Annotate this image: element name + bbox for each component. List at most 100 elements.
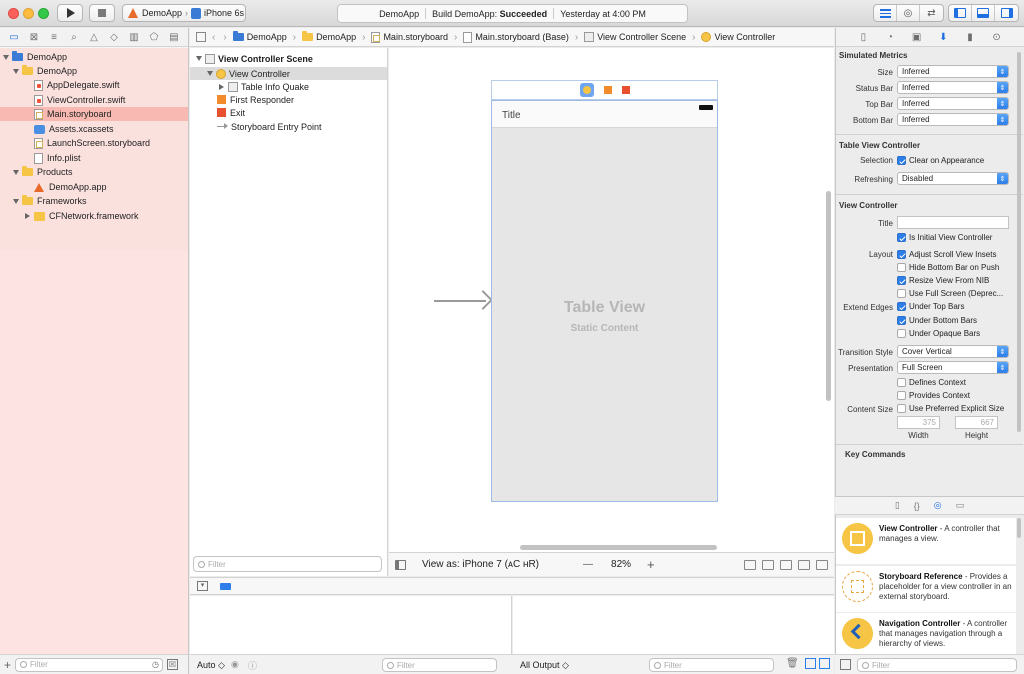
variables-filter-input[interactable]: Filter xyxy=(382,658,497,672)
jumpbar-item-project[interactable]: DemoApp xyxy=(232,31,287,42)
preferred-size-checkbox[interactable]: Use Preferred Explicit Size xyxy=(897,403,1004,414)
tree-item-products[interactable]: Products xyxy=(0,165,188,179)
outline-exit[interactable]: Exit xyxy=(217,106,245,119)
scheme-selector[interactable]: DemoApp › iPhone 6s xyxy=(122,4,246,22)
jumpbar-item-group[interactable]: DemoApp xyxy=(302,31,356,42)
file-template-icon[interactable]: ▯ xyxy=(895,500,900,511)
jumpbar-item-vc[interactable]: View Controller xyxy=(701,32,775,42)
clear-on-appearance-checkbox[interactable]: Clear on Appearance xyxy=(897,155,984,166)
hide-bottom-bar-checkbox[interactable]: Hide Bottom Bar on Push xyxy=(897,262,999,273)
library-scrollbar[interactable] xyxy=(1017,518,1021,538)
toggle-debug-button[interactable] xyxy=(972,5,995,21)
tree-item-frameworks[interactable]: Frameworks xyxy=(0,194,188,208)
outline-scene[interactable]: View Controller Scene xyxy=(196,52,313,65)
console-view[interactable] xyxy=(513,596,834,654)
library-filter-input[interactable]: Filter xyxy=(857,658,1017,672)
split-right-icon[interactable] xyxy=(819,658,830,669)
assistant-editor-button[interactable]: ◎ xyxy=(897,5,920,21)
identity-icon[interactable]: ▣ xyxy=(911,32,922,43)
attributes-icon[interactable]: ⬇ xyxy=(938,32,949,43)
related-items-icon[interactable] xyxy=(196,32,206,42)
standard-editor-button[interactable] xyxy=(874,5,897,21)
library-item-view-controller[interactable]: View Controller - A controller that mana… xyxy=(836,518,1016,564)
search-icon[interactable]: ⌕ xyxy=(68,31,80,43)
size-popup[interactable]: Inferred ⇕ xyxy=(897,65,1009,78)
scene-view[interactable]: Title Table View Static Content xyxy=(491,100,718,502)
outline-entry-point[interactable]: Storyboard Entry Point xyxy=(217,120,322,133)
update-frames-icon[interactable] xyxy=(744,559,756,570)
zoom-out-button[interactable]: — xyxy=(583,559,593,570)
align-icon[interactable] xyxy=(780,559,792,570)
media-library-icon[interactable]: ▭ xyxy=(956,500,965,511)
status-bar-popup[interactable]: Inferred ⇕ xyxy=(897,81,1009,94)
scm-filter-icon[interactable]: ☒ xyxy=(167,659,179,670)
view-as-button[interactable]: View as: iPhone 7 (ᴀC ʜR) xyxy=(422,559,539,570)
navigator-filter-input[interactable]: Filter ◷ xyxy=(15,657,164,672)
under-opaque-bars-checkbox[interactable]: Under Opaque Bars xyxy=(897,328,980,339)
version-editor-button[interactable]: ⇄ xyxy=(920,5,943,21)
pin-icon[interactable] xyxy=(798,559,810,570)
trash-icon[interactable]: 🗑 xyxy=(786,658,799,669)
height-input[interactable]: 667 xyxy=(955,416,998,429)
canvas-horizontal-scrollbar[interactable] xyxy=(520,545,717,550)
tree-item-infoplist[interactable]: Info.plist xyxy=(0,151,188,165)
outline-filter-input[interactable]: Filter xyxy=(193,556,382,572)
tree-item-app-product[interactable]: DemoApp.app xyxy=(0,180,188,194)
forward-icon[interactable]: › xyxy=(221,32,228,43)
debug-icon[interactable]: ▥ xyxy=(128,31,140,43)
warning-icon[interactable]: △ xyxy=(88,31,100,43)
test-icon[interactable]: ◇ xyxy=(108,31,120,43)
size-icon[interactable]: ▮ xyxy=(964,32,975,43)
run-button[interactable] xyxy=(57,4,83,22)
view-controller-icon[interactable] xyxy=(579,83,594,97)
full-screen-checkbox[interactable]: Use Full Screen (Deprec... xyxy=(897,288,1003,299)
is-initial-checkbox[interactable]: Is Initial View Controller xyxy=(897,232,992,243)
embed-stack-icon[interactable] xyxy=(762,559,774,570)
hide-debug-icon[interactable]: ▾ xyxy=(197,581,208,591)
all-output-selector[interactable]: All Output ◇ xyxy=(520,660,569,671)
eye-icon[interactable]: ◉ xyxy=(231,659,239,670)
tree-item-launchscreen[interactable]: LaunchScreen.storyboard xyxy=(0,136,188,150)
close-window-button[interactable] xyxy=(8,8,19,19)
jumpbar-item-base[interactable]: Main.storyboard (Base) xyxy=(463,31,569,43)
breakpoint-icon[interactable] xyxy=(220,583,231,590)
back-icon[interactable]: ‹ xyxy=(210,32,217,43)
transition-style-popup[interactable]: Cover Vertical ⇕ xyxy=(897,345,1009,358)
stop-button[interactable] xyxy=(89,4,115,22)
navigation-bar[interactable]: Title xyxy=(492,101,717,128)
library-item-storyboard-reference[interactable]: Storyboard Reference - Provides a placeh… xyxy=(836,566,1016,612)
symbol-icon[interactable]: ≡ xyxy=(48,31,60,43)
refreshing-popup[interactable]: Disabled ⇕ xyxy=(897,172,1009,185)
library-item-navigation-controller[interactable]: Navigation Controller - A controller tha… xyxy=(836,613,1016,659)
tree-item-group[interactable]: DemoApp xyxy=(0,64,188,78)
outline-toggle-icon[interactable] xyxy=(395,559,406,570)
title-input[interactable] xyxy=(897,216,1009,229)
outline-table-view[interactable]: Table Info Quake xyxy=(219,80,309,93)
tree-item-project[interactable]: DemoApp xyxy=(0,50,188,64)
under-bottom-bars-checkbox[interactable]: Under Bottom Bars xyxy=(897,315,977,326)
first-responder-icon[interactable] xyxy=(603,86,612,94)
width-input[interactable]: 375 xyxy=(897,416,940,429)
bottom-bar-popup[interactable]: Inferred ⇕ xyxy=(897,113,1009,126)
report-icon[interactable]: ▤ xyxy=(168,31,180,43)
split-left-icon[interactable] xyxy=(805,658,816,669)
storyboard-entry-arrow[interactable] xyxy=(434,300,486,302)
zoom-in-button[interactable]: + xyxy=(647,557,655,572)
code-snippet-icon[interactable]: {} xyxy=(914,501,920,511)
auto-selector[interactable]: Auto ◇ xyxy=(197,660,225,671)
source-control-icon[interactable]: ⊠ xyxy=(28,31,40,43)
toggle-inspector-button[interactable] xyxy=(995,5,1018,21)
canvas-vertical-scrollbar[interactable] xyxy=(826,191,831,401)
defines-context-checkbox[interactable]: Defines Context xyxy=(897,377,966,388)
adjust-scroll-checkbox[interactable]: Adjust Scroll View Insets xyxy=(897,249,996,260)
tree-item-assets[interactable]: Assets.xcassets xyxy=(0,122,188,136)
resolve-issues-icon[interactable] xyxy=(816,559,828,570)
inspector-scrollbar[interactable] xyxy=(1017,52,1021,432)
jumpbar-item-storyboard[interactable]: Main.storyboard xyxy=(371,31,448,43)
presentation-popup[interactable]: Full Screen ⇕ xyxy=(897,361,1009,374)
file-inspector-icon[interactable]: ▯ xyxy=(858,32,869,43)
top-bar-popup[interactable]: Inferred ⇕ xyxy=(897,97,1009,110)
connections-icon[interactable]: ⊙ xyxy=(991,32,1002,43)
under-top-bars-checkbox[interactable]: Under Top Bars xyxy=(897,301,964,312)
provides-context-checkbox[interactable]: Provides Context xyxy=(897,390,970,401)
